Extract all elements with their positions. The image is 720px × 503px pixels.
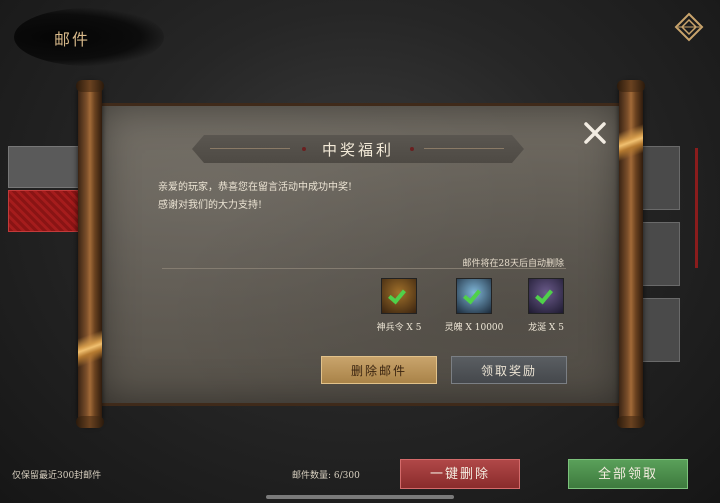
page-title: 邮件 — [54, 30, 91, 49]
reward-label: 灵魄 X 10000 — [444, 323, 504, 333]
mail-retention-note: 仅保留最近300封邮件 — [12, 471, 102, 481]
mail-tab-inactive[interactable] — [8, 146, 84, 188]
mail-body-line: 亲爱的玩家，恭喜您在留言活动中成功中奖! — [158, 182, 353, 193]
mail-list-scrollbar[interactable] — [695, 148, 698, 268]
spirit-soul-icon — [456, 278, 492, 314]
weapon-token-icon — [381, 278, 417, 314]
mail-body-line: 感谢对我们的大力支持! — [158, 200, 263, 211]
reward-label: 龙涎 X 5 — [528, 323, 564, 333]
delete-mail-button[interactable]: 删除邮件 — [321, 356, 437, 384]
mail-list-item[interactable] — [640, 222, 680, 286]
claim-all-button[interactable]: 全部领取 — [568, 459, 688, 489]
reward-label: 神兵令 X 5 — [376, 323, 422, 333]
reward-item[interactable]: 灵魄 X 10000 — [434, 278, 514, 333]
claimed-check-icon — [535, 285, 553, 305]
mail-list-item[interactable] — [640, 146, 680, 210]
close-icon[interactable] — [582, 120, 608, 146]
reward-item[interactable]: 龙涎 X 5 — [506, 278, 586, 333]
claimed-check-icon — [388, 285, 406, 305]
mail-tab-active[interactable] — [8, 190, 84, 232]
reward-item[interactable]: 神兵令 X 5 — [359, 278, 439, 333]
scroll-rod-left — [76, 80, 104, 428]
claim-reward-button[interactable]: 领取奖励 — [451, 356, 567, 384]
mail-list-item[interactable] — [640, 298, 680, 362]
mail-count: 邮件数量: 6/300 — [292, 471, 360, 481]
diamond-back-icon[interactable] — [674, 12, 704, 42]
mail-divider — [162, 268, 566, 269]
scroll-rod-right — [617, 80, 645, 428]
delete-all-button[interactable]: 一键删除 — [400, 459, 520, 489]
home-indicator[interactable] — [266, 495, 454, 499]
mail-title: 中奖福利 — [321, 141, 394, 159]
dragon-saliva-icon — [528, 278, 564, 314]
claimed-check-icon — [463, 285, 481, 305]
